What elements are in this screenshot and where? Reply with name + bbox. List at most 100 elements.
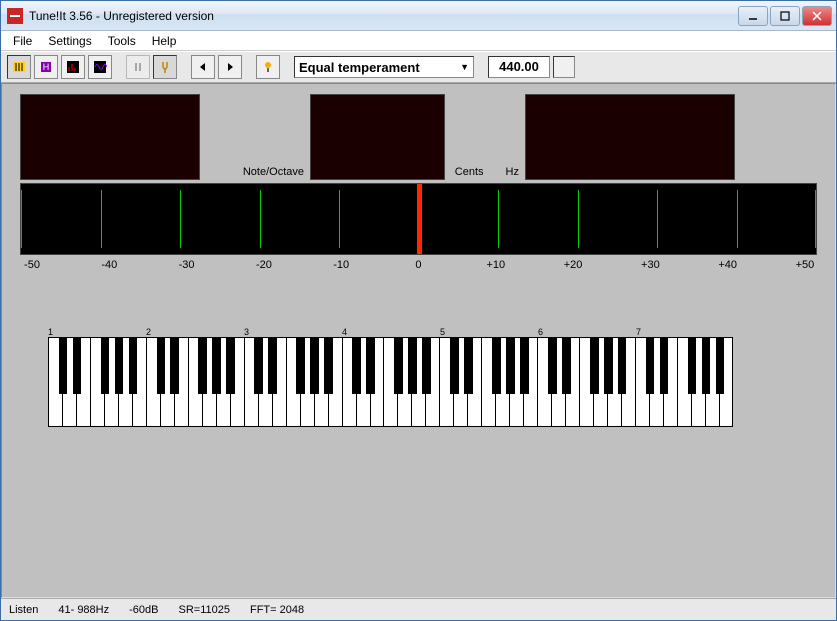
note-display bbox=[20, 94, 200, 180]
black-key[interactable] bbox=[548, 338, 557, 394]
maximize-button[interactable] bbox=[770, 6, 800, 26]
black-key[interactable] bbox=[366, 338, 375, 394]
black-key[interactable] bbox=[157, 338, 166, 394]
status-range: 41- 988Hz bbox=[58, 604, 109, 616]
black-key[interactable] bbox=[450, 338, 459, 394]
status-mode: Listen bbox=[9, 604, 38, 616]
black-key[interactable] bbox=[492, 338, 501, 394]
black-key[interactable] bbox=[716, 338, 725, 394]
black-key[interactable] bbox=[506, 338, 515, 394]
menu-tools[interactable]: Tools bbox=[100, 32, 144, 50]
black-key[interactable] bbox=[520, 338, 529, 394]
black-key[interactable] bbox=[310, 338, 319, 394]
black-key[interactable] bbox=[59, 338, 68, 394]
menubar: File Settings Tools Help bbox=[1, 31, 836, 51]
client-area: Note/Octave Cents Hz -50 -40 -30 - bbox=[1, 83, 836, 598]
scale-tick: +50 bbox=[793, 259, 817, 271]
prev-button[interactable] bbox=[191, 55, 215, 79]
octave-label: 2 bbox=[146, 327, 244, 337]
svg-text:H: H bbox=[43, 62, 50, 72]
black-key[interactable] bbox=[646, 338, 655, 394]
status-sr: SR=11025 bbox=[178, 604, 229, 616]
scale-tick: +30 bbox=[638, 259, 662, 271]
black-key[interactable] bbox=[170, 338, 179, 394]
application-window: Tune!It 3.56 - Unregistered version File… bbox=[0, 0, 837, 621]
octave-label: 7 bbox=[636, 327, 734, 337]
frequency-display bbox=[525, 94, 735, 180]
black-key[interactable] bbox=[352, 338, 361, 394]
black-key[interactable] bbox=[702, 338, 711, 394]
scale-tick: -20 bbox=[252, 259, 276, 271]
status-level: -60dB bbox=[129, 604, 158, 616]
black-key[interactable] bbox=[660, 338, 669, 394]
reference-frequency-input[interactable]: 440.00 bbox=[488, 56, 550, 78]
display-panels: Note/Octave Cents Hz bbox=[20, 94, 817, 180]
menu-file[interactable]: File bbox=[5, 32, 40, 50]
black-key[interactable] bbox=[604, 338, 613, 394]
cents-display bbox=[310, 94, 445, 180]
cents-scale: -50 -40 -30 -20 -10 0 +10 +20 +30 +40 +5… bbox=[20, 259, 817, 271]
color-swatch[interactable] bbox=[553, 56, 575, 78]
black-key[interactable] bbox=[198, 338, 207, 394]
octave-label: 1 bbox=[48, 327, 146, 337]
black-key[interactable] bbox=[394, 338, 403, 394]
tuner-view-button[interactable] bbox=[7, 55, 31, 79]
scale-tick: -50 bbox=[20, 259, 44, 271]
black-key[interactable] bbox=[268, 338, 277, 394]
black-key[interactable] bbox=[129, 338, 138, 394]
close-button[interactable] bbox=[802, 6, 832, 26]
octave-label: 6 bbox=[538, 327, 636, 337]
temperament-select[interactable]: Equal temperament ▼ bbox=[294, 56, 474, 78]
black-key[interactable] bbox=[296, 338, 305, 394]
cents-meter bbox=[20, 183, 817, 255]
scale-tick: +20 bbox=[561, 259, 585, 271]
app-icon bbox=[7, 8, 23, 24]
tuning-fork-button[interactable] bbox=[153, 55, 177, 79]
black-key[interactable] bbox=[422, 338, 431, 394]
meter-needle bbox=[417, 184, 422, 254]
note-octave-label: Note/Octave bbox=[237, 166, 310, 180]
harmonics-button[interactable]: H bbox=[34, 55, 58, 79]
status-bar: Listen 41- 988Hz -60dB SR=11025 FFT= 204… bbox=[1, 598, 836, 620]
octave-labels: 1 2 3 4 5 6 7 bbox=[48, 327, 817, 337]
scale-tick: +40 bbox=[716, 259, 740, 271]
black-key[interactable] bbox=[464, 338, 473, 394]
black-key[interactable] bbox=[254, 338, 263, 394]
black-key[interactable] bbox=[73, 338, 82, 394]
status-fft: FFT= 2048 bbox=[250, 604, 304, 616]
scale-tick: +10 bbox=[484, 259, 508, 271]
black-key[interactable] bbox=[562, 338, 571, 394]
hz-label: Hz bbox=[500, 166, 525, 180]
black-key[interactable] bbox=[408, 338, 417, 394]
next-button[interactable] bbox=[218, 55, 242, 79]
octave-label: 5 bbox=[440, 327, 538, 337]
scale-tick: -30 bbox=[175, 259, 199, 271]
waveform-button[interactable] bbox=[88, 55, 112, 79]
menu-settings[interactable]: Settings bbox=[40, 32, 99, 50]
octave-label: 3 bbox=[244, 327, 342, 337]
scale-tick: 0 bbox=[406, 259, 430, 271]
pause-button[interactable] bbox=[126, 55, 150, 79]
cents-label: Cents bbox=[449, 166, 490, 180]
black-key[interactable] bbox=[618, 338, 627, 394]
piano-keyboard[interactable] bbox=[48, 337, 733, 427]
black-key[interactable] bbox=[590, 338, 599, 394]
minimize-button[interactable] bbox=[738, 6, 768, 26]
black-key[interactable] bbox=[226, 338, 235, 394]
black-key[interactable] bbox=[212, 338, 221, 394]
dropdown-arrow-icon: ▼ bbox=[460, 62, 469, 72]
black-key[interactable] bbox=[324, 338, 333, 394]
black-key[interactable] bbox=[101, 338, 110, 394]
scale-tick: -10 bbox=[329, 259, 353, 271]
light-button[interactable] bbox=[256, 55, 280, 79]
toolbar: H Equal temperament ▼ 440.00 bbox=[1, 51, 836, 83]
black-key[interactable] bbox=[688, 338, 697, 394]
window-title: Tune!It 3.56 - Unregistered version bbox=[29, 9, 738, 23]
menu-help[interactable]: Help bbox=[144, 32, 185, 50]
piano-area: 1 2 3 4 5 6 7 bbox=[20, 327, 817, 427]
black-key[interactable] bbox=[115, 338, 124, 394]
octave-label: 4 bbox=[342, 327, 440, 337]
temperament-value: Equal temperament bbox=[299, 60, 420, 75]
titlebar[interactable]: Tune!It 3.56 - Unregistered version bbox=[1, 1, 836, 31]
spectrum-button[interactable] bbox=[61, 55, 85, 79]
